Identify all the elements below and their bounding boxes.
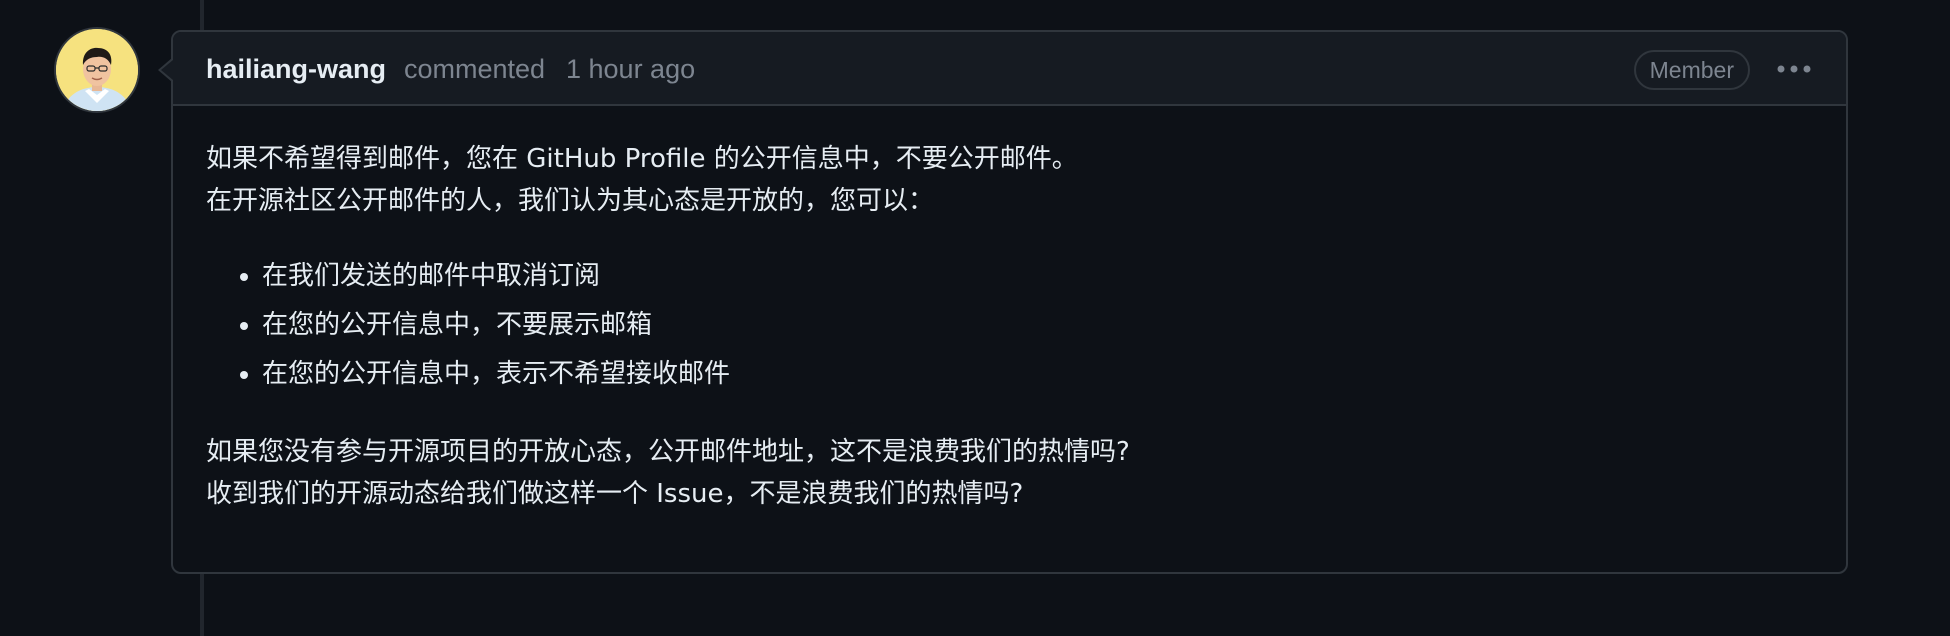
- comment-header: hailiang-wang commented 1 hour ago Membe…: [173, 32, 1846, 106]
- author-link[interactable]: hailiang-wang: [206, 54, 386, 85]
- paragraph-1: 如果不希望得到邮件，您在 GitHub Profile 的公开信息中，不要公开邮…: [206, 138, 1816, 222]
- avatar-image: [56, 29, 138, 111]
- suggestion-list: 在我们发送的邮件中取消订阅 在您的公开信息中，不要展示邮箱 在您的公开信息中，表…: [206, 252, 1816, 399]
- list-item: 在我们发送的邮件中取消订阅: [262, 252, 1816, 301]
- kebab-horizontal-icon: [1777, 65, 1811, 73]
- issue-timeline: hailiang-wang commented 1 hour ago Membe…: [0, 0, 1950, 636]
- comment-options-button[interactable]: [1772, 52, 1816, 86]
- comment-body: 如果不希望得到邮件，您在 GitHub Profile 的公开信息中，不要公开邮…: [206, 138, 1816, 515]
- list-item: 在您的公开信息中，表示不希望接收邮件: [262, 350, 1816, 399]
- comment-timestamp[interactable]: 1 hour ago: [566, 54, 695, 85]
- comment-card: hailiang-wang commented 1 hour ago Membe…: [171, 30, 1848, 574]
- paragraph-2-line-1: 如果您没有参与开源项目的开放心态，公开邮件地址，这不是浪费我们的热情吗?: [206, 437, 1130, 467]
- paragraph-2-line-2: 收到我们的开源动态给我们做这样一个 Issue，不是浪费我们的热情吗?: [206, 479, 1024, 509]
- paragraph-1-line-2: 在开源社区公开邮件的人，我们认为其心态是开放的，您可以：: [206, 186, 935, 216]
- comment-action-text: commented: [404, 54, 546, 84]
- comment-caret-inner: [161, 60, 173, 80]
- list-item: 在您的公开信息中，不要展示邮箱: [262, 301, 1816, 350]
- author-avatar[interactable]: [56, 29, 138, 111]
- member-badge: Member: [1633, 50, 1750, 90]
- paragraph-2: 如果您没有参与开源项目的开放心态，公开邮件地址，这不是浪费我们的热情吗? 收到我…: [206, 431, 1816, 515]
- paragraph-1-line-1: 如果不希望得到邮件，您在 GitHub Profile 的公开信息中，不要公开邮…: [206, 144, 1078, 174]
